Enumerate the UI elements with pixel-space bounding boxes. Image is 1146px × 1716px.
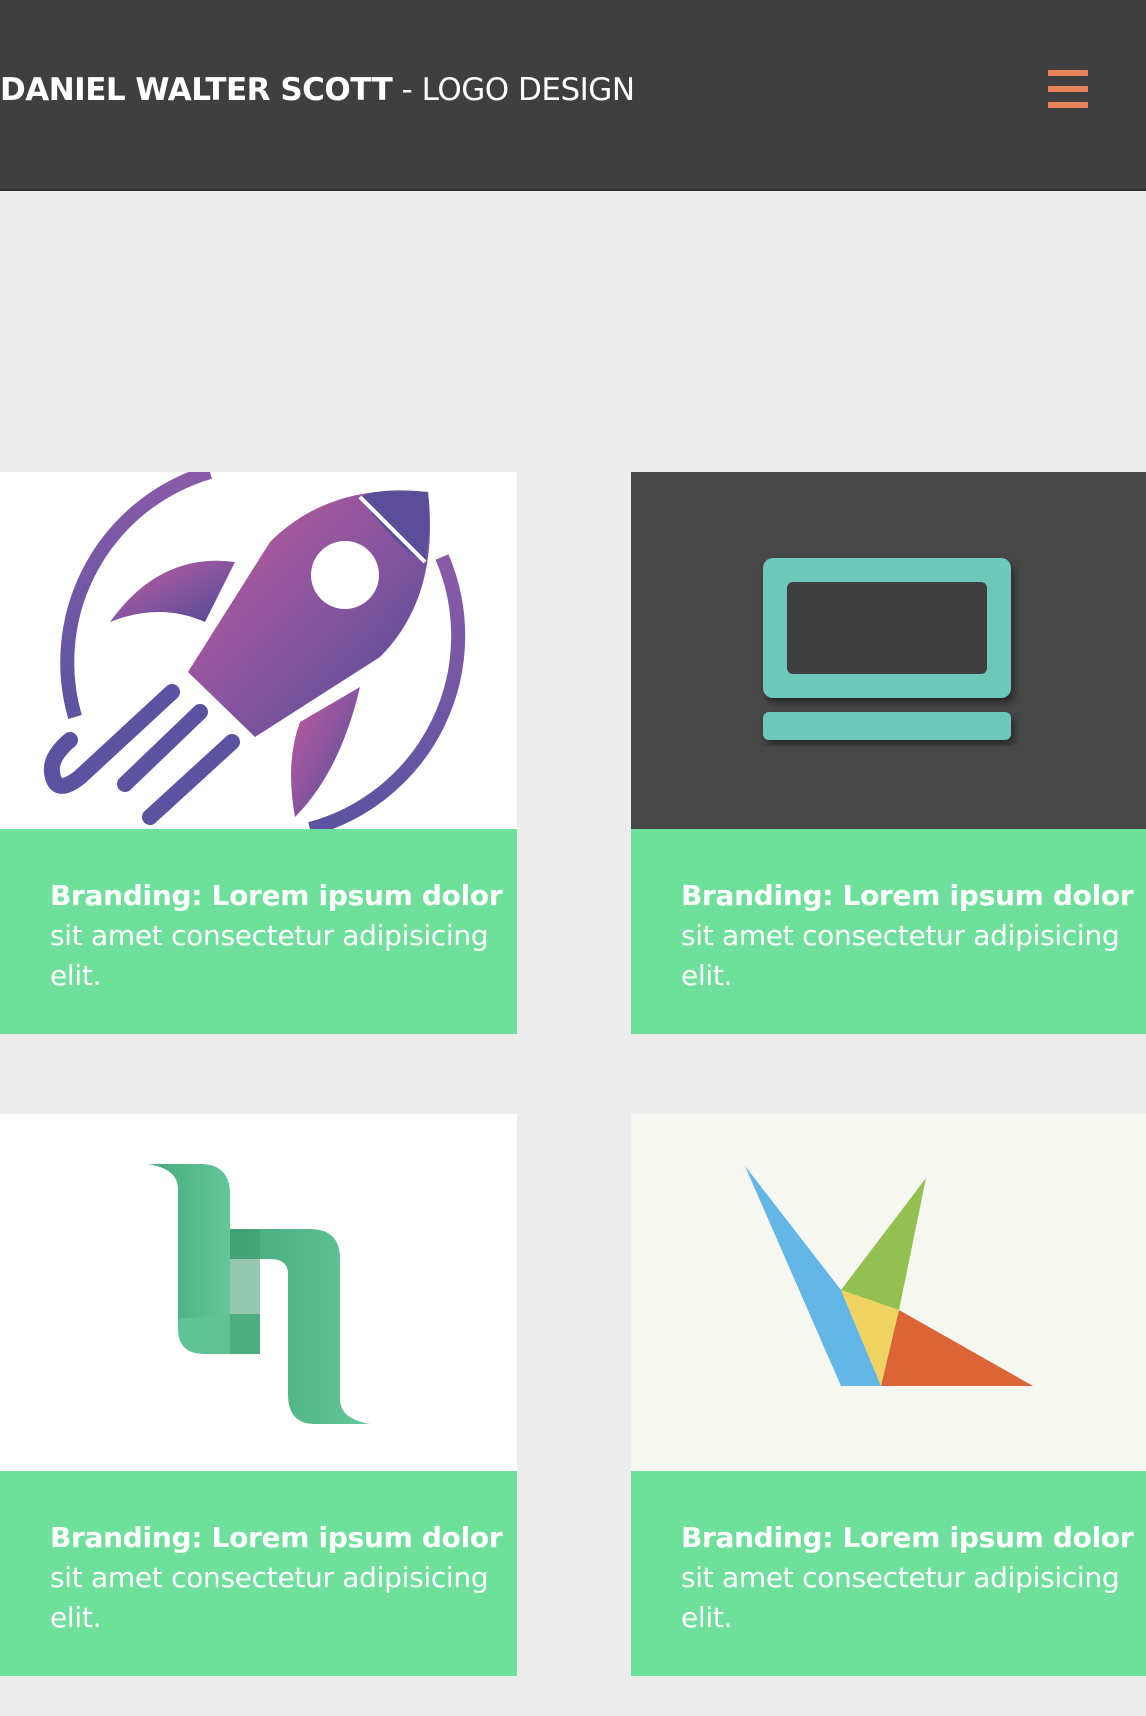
- rocket-logo-icon: [0, 472, 517, 829]
- caption-text: sit amet consectetur adipisicing elit.: [50, 1561, 489, 1634]
- card-caption: Branding: Lorem ipsum dolor sit amet con…: [0, 829, 517, 1034]
- portfolio-card[interactable]: Branding: Lorem ipsum dolor sit amet con…: [631, 1114, 1146, 1676]
- geometric-bird-logo-icon: [631, 1114, 1146, 1471]
- card-caption: Branding: Lorem ipsum dolor sit amet con…: [631, 1471, 1146, 1676]
- card-caption: Branding: Lorem ipsum dolor sit amet con…: [0, 1471, 517, 1676]
- brand-separator: -: [392, 72, 422, 108]
- laptop-logo-icon: [631, 472, 1146, 829]
- portfolio-card[interactable]: Branding: Lorem ipsum dolor sit amet con…: [631, 472, 1146, 1034]
- caption-lead: Branding: Lorem ipsum dolor: [50, 879, 503, 912]
- hamburger-menu-icon[interactable]: [1040, 66, 1096, 114]
- caption-lead: Branding: Lorem ipsum dolor: [681, 1521, 1134, 1554]
- caption-lead: Branding: Lorem ipsum dolor: [681, 879, 1134, 912]
- brand-name: DANIEL WALTER SCOTT: [0, 72, 393, 108]
- portfolio-card[interactable]: Branding: Lorem ipsum dolor sit amet con…: [0, 472, 517, 1034]
- site-header: DANIEL WALTER SCOTT - LOGO DESIGN: [0, 0, 1146, 191]
- portfolio-card[interactable]: Branding: Lorem ipsum dolor sit amet con…: [0, 1114, 517, 1676]
- brand-subtitle: LOGO DESIGN: [421, 72, 635, 108]
- caption-lead: Branding: Lorem ipsum dolor: [50, 1521, 503, 1554]
- caption-text: sit amet consectetur adipisicing elit.: [681, 1561, 1120, 1634]
- ribbon-letter-logo-icon: [0, 1114, 517, 1471]
- caption-text: sit amet consectetur adipisicing elit.: [50, 919, 489, 992]
- caption-text: sit amet consectetur adipisicing elit.: [681, 919, 1120, 992]
- site-title[interactable]: DANIEL WALTER SCOTT - LOGO DESIGN: [0, 72, 635, 108]
- card-caption: Branding: Lorem ipsum dolor sit amet con…: [631, 829, 1146, 1034]
